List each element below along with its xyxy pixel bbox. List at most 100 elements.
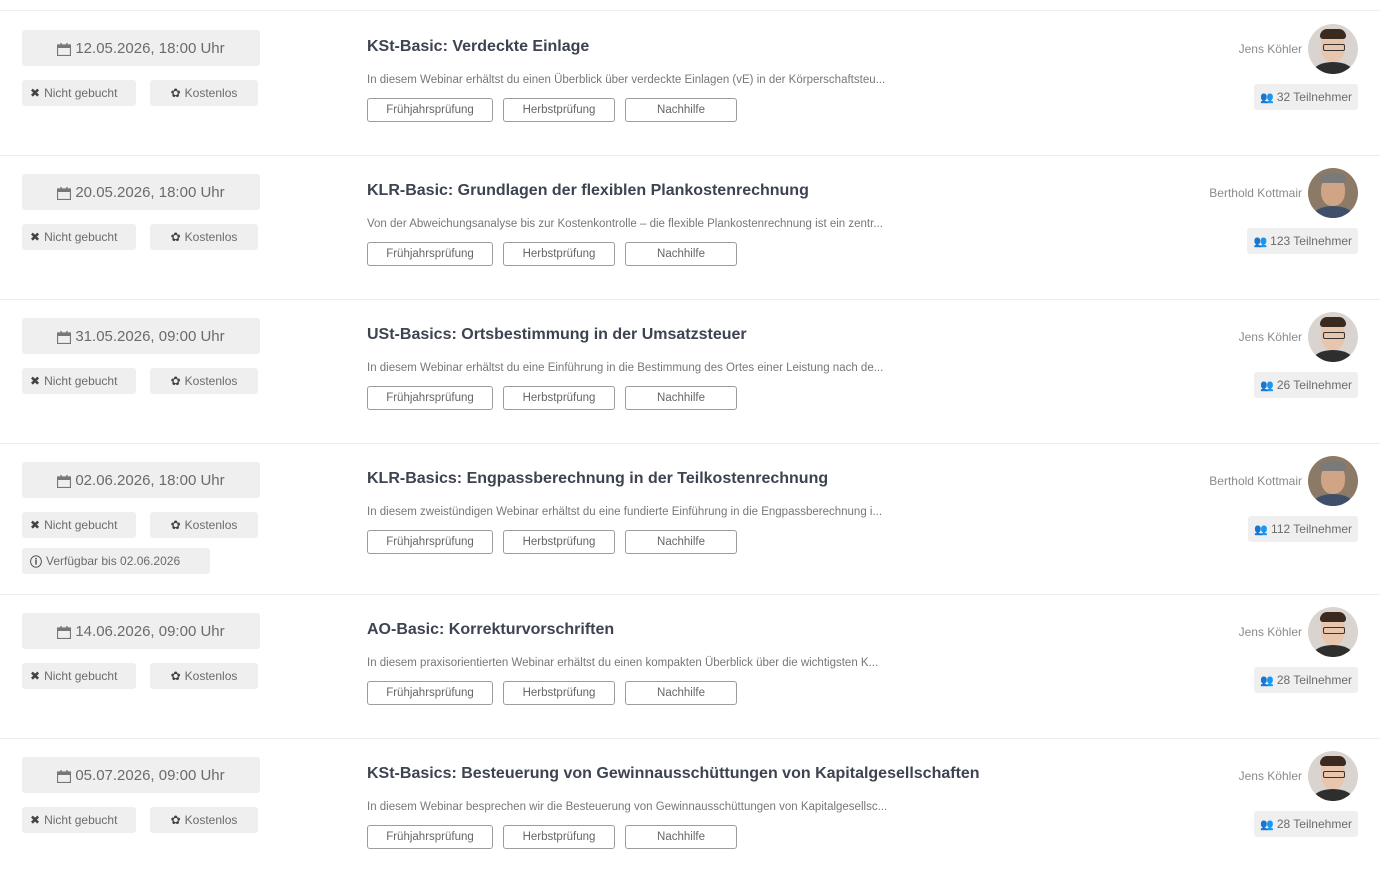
tag-herbstpruefung[interactable]: Herbstprüfung: [503, 242, 615, 266]
tag-herbstpruefung[interactable]: Herbstprüfung: [503, 98, 615, 122]
tag-nachhilfe[interactable]: Nachhilfe: [625, 242, 737, 266]
webinar-title[interactable]: AO-Basic: Korrekturvorschriften: [367, 621, 1047, 639]
instructor-name: Berthold Kottmair: [1209, 186, 1302, 200]
tag-nachhilfe[interactable]: Nachhilfe: [625, 530, 737, 554]
webinar-meta: 05.07.2026, 09:00 Uhr ✖ Nicht gebucht ✿ Ko…: [22, 757, 262, 833]
price-badge: ✿ Kostenlos: [150, 224, 258, 250]
webinar-instructor: Berthold Kottmair 👥 123 Teilnehmer: [1098, 168, 1358, 254]
availability-badge: ⓘ Verfügbar bis 02.06.2026: [22, 548, 210, 574]
price-badge: ✿ Kostenlos: [150, 663, 258, 689]
webinar-instructor: Jens Köhler 👥 26 Teilnehmer: [1098, 312, 1358, 398]
webinar-date: 12.05.2026, 18:00 Uhr: [75, 39, 225, 57]
webinar-title[interactable]: KLR-Basic: Grundlagen der flexiblen Plan…: [367, 182, 1047, 200]
webinar-description: In diesem praxisorientierten Webinar erh…: [367, 657, 879, 669]
webinar-date: 14.06.2026, 09:00 Uhr: [75, 622, 225, 640]
tag-nachhilfe[interactable]: Nachhilfe: [625, 681, 737, 705]
webinar-title[interactable]: KSt-Basic: Verdeckte Einlage: [367, 38, 1047, 56]
tag-fruehjahrspruefung[interactable]: Frühjahrsprüfung: [367, 681, 493, 705]
avatar: [1308, 751, 1358, 801]
webinar-title[interactable]: USt-Basics: Ortsbestimmung in der Umsatz…: [367, 326, 1047, 344]
calendar-icon: [57, 330, 72, 344]
webinar-description: Von der Abweichungsanalyse bis zur Koste…: [367, 218, 883, 230]
webinar-meta: 02.06.2026, 18:00 Uhr ✖ Nicht gebucht ✿ Ko…: [22, 462, 262, 574]
tag-fruehjahrspruefung[interactable]: Frühjahrsprüfung: [367, 825, 493, 849]
users-icon: 👥: [1254, 523, 1269, 536]
users-icon: 👥: [1260, 379, 1274, 392]
booking-status-label: Nicht gebucht: [44, 669, 118, 683]
gift-icon: ✿: [170, 813, 181, 827]
x-icon: ✖: [30, 518, 41, 532]
tag-fruehjahrspruefung[interactable]: Frühjahrsprüfung: [367, 242, 493, 266]
webinar-row[interactable]: 31.05.2026, 09:00 Uhr ✖ Nicht gebucht ✿ Ko…: [0, 300, 1380, 444]
webinar-content: KSt-Basic: Verdeckte Einlage In diesem W…: [367, 38, 1047, 122]
calendar-icon: [57, 769, 72, 783]
instructor-name: Jens Köhler: [1238, 769, 1302, 783]
gift-icon: ✿: [170, 86, 181, 100]
tag-herbstpruefung[interactable]: Herbstprüfung: [503, 681, 615, 705]
participants-badge: 👥 28 Teilnehmer: [1254, 811, 1358, 837]
booking-status-badge: ✖ Nicht gebucht: [22, 663, 136, 689]
instructor-name: Jens Köhler: [1238, 330, 1302, 344]
webinar-description: In diesem zweistündigen Webinar erhältst…: [367, 506, 883, 518]
instructor-name: Jens Köhler: [1238, 42, 1302, 56]
webinar-date: 31.05.2026, 09:00 Uhr: [75, 327, 225, 345]
tag-nachhilfe[interactable]: Nachhilfe: [625, 825, 737, 849]
webinar-content: KLR-Basic: Grundlagen der flexiblen Plan…: [367, 182, 1047, 266]
participants-count: 112 Teilnehmer: [1271, 522, 1352, 536]
price-badge: ✿ Kostenlos: [150, 80, 258, 106]
booking-status-badge: ✖ Nicht gebucht: [22, 368, 136, 394]
instructor-name: Berthold Kottmair: [1209, 474, 1302, 488]
tag-herbstpruefung[interactable]: Herbstprüfung: [503, 386, 615, 410]
webinar-row[interactable]: 12.05.2026, 18:00 Uhr ✖ Nicht gebucht ✿ Ko…: [0, 12, 1380, 156]
booking-status-label: Nicht gebucht: [44, 86, 118, 100]
date-badge: 14.06.2026, 09:00 Uhr: [22, 613, 260, 649]
booking-status-label: Nicht gebucht: [44, 518, 118, 532]
price-label: Kostenlos: [184, 669, 238, 683]
x-icon: ✖: [30, 669, 41, 683]
x-icon: ✖: [30, 813, 41, 827]
gift-icon: ✿: [170, 230, 181, 244]
info-icon: ⓘ: [30, 554, 43, 569]
date-badge: 20.05.2026, 18:00 Uhr: [22, 174, 260, 210]
x-icon: ✖: [30, 86, 41, 100]
top-divider: [0, 10, 1380, 11]
avatar: [1308, 168, 1358, 218]
webinar-meta: 20.05.2026, 18:00 Uhr ✖ Nicht gebucht ✿ Ko…: [22, 174, 262, 250]
webinar-content: USt-Basics: Ortsbestimmung in der Umsatz…: [367, 326, 1047, 410]
webinar-date: 20.05.2026, 18:00 Uhr: [75, 183, 225, 201]
instructor-name: Jens Köhler: [1238, 625, 1302, 639]
avatar: [1308, 312, 1358, 362]
webinar-row[interactable]: 20.05.2026, 18:00 Uhr ✖ Nicht gebucht ✿ Ko…: [0, 156, 1380, 300]
tag-fruehjahrspruefung[interactable]: Frühjahrsprüfung: [367, 98, 493, 122]
calendar-icon: [57, 186, 72, 200]
users-icon: 👥: [1260, 674, 1274, 687]
webinar-title[interactable]: KSt-Basics: Besteuerung von Gewinnaussch…: [367, 765, 1047, 783]
webinar-title[interactable]: KLR-Basics: Engpassberechnung in der Tei…: [367, 470, 1047, 488]
users-icon: 👥: [1253, 235, 1268, 248]
webinar-row[interactable]: 02.06.2026, 18:00 Uhr ✖ Nicht gebucht ✿ Ko…: [0, 444, 1380, 595]
webinar-row[interactable]: 05.07.2026, 09:00 Uhr ✖ Nicht gebucht ✿ Ko…: [0, 739, 1380, 883]
price-label: Kostenlos: [184, 230, 238, 244]
avatar: [1308, 456, 1358, 506]
gift-icon: ✿: [170, 518, 181, 532]
x-icon: ✖: [30, 230, 41, 244]
price-label: Kostenlos: [184, 86, 238, 100]
date-badge: 31.05.2026, 09:00 Uhr: [22, 318, 260, 354]
price-label: Kostenlos: [184, 518, 238, 532]
webinar-row[interactable]: 14.06.2026, 09:00 Uhr ✖ Nicht gebucht ✿ Ko…: [0, 595, 1380, 739]
users-icon: 👥: [1260, 91, 1274, 104]
date-badge: 05.07.2026, 09:00 Uhr: [22, 757, 260, 793]
participants-count: 28 Teilnehmer: [1276, 673, 1352, 687]
webinar-content: KLR-Basics: Engpassberechnung in der Tei…: [367, 470, 1047, 554]
tag-fruehjahrspruefung[interactable]: Frühjahrsprüfung: [367, 386, 493, 410]
gift-icon: ✿: [170, 669, 181, 683]
date-badge: 12.05.2026, 18:00 Uhr: [22, 30, 260, 66]
tag-nachhilfe[interactable]: Nachhilfe: [625, 386, 737, 410]
price-badge: ✿ Kostenlos: [150, 368, 258, 394]
tag-nachhilfe[interactable]: Nachhilfe: [625, 98, 737, 122]
tag-herbstpruefung[interactable]: Herbstprüfung: [503, 530, 615, 554]
date-badge: 02.06.2026, 18:00 Uhr: [22, 462, 260, 498]
tag-herbstpruefung[interactable]: Herbstprüfung: [503, 825, 615, 849]
tag-fruehjahrspruefung[interactable]: Frühjahrsprüfung: [367, 530, 493, 554]
webinar-meta: 14.06.2026, 09:00 Uhr ✖ Nicht gebucht ✿ Ko…: [22, 613, 262, 689]
